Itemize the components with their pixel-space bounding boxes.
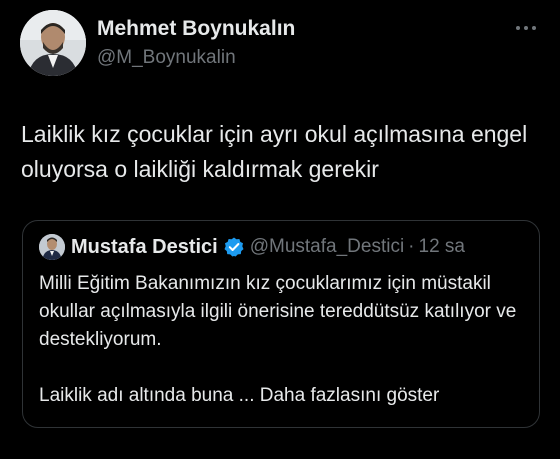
quoted-tweet-paragraph: Milli Eğitim Bakanımızın kız çocuklarımı…	[39, 273, 517, 350]
tweet-text: Laiklik kız çocuklar için ayrı okul açıl…	[21, 121, 528, 182]
author-display-name[interactable]: Mehmet Boynukalın	[97, 16, 295, 42]
user-avatar-image	[20, 10, 86, 76]
author-handle[interactable]: @M_Boynukalin	[97, 46, 295, 70]
quoted-author-handle[interactable]: @Mustafa_Destici	[250, 236, 404, 258]
more-options-button[interactable]	[514, 18, 538, 38]
quoted-tweet[interactable]: Mustafa Destici @Mustafa_Destici · 12 sa…	[22, 220, 540, 428]
author-info: Mehmet Boynukalın @M_Boynukalin	[97, 16, 295, 70]
quoted-tweet-text: Milli Eğitim Bakanımızın kız çocuklarımı…	[39, 270, 525, 410]
quoted-tweet-header: Mustafa Destici @Mustafa_Destici · 12 sa	[39, 234, 465, 260]
user-avatar-image	[39, 234, 65, 260]
separator-dot: ·	[408, 236, 415, 257]
quoted-author-display-name[interactable]: Mustafa Destici	[71, 236, 218, 259]
author-avatar[interactable]	[20, 10, 86, 76]
quoted-tweet-paragraph-truncated: Laiklik adı altında buna ... Daha fazlas…	[39, 382, 525, 410]
truncated-text: Laiklik adı altında buna ...	[39, 385, 255, 406]
show-more-link[interactable]: Daha fazlasını göster	[260, 385, 440, 406]
tweet-card: Mehmet Boynukalın @M_Boynukalin Laiklik …	[0, 0, 560, 459]
verified-badge-icon	[223, 236, 245, 258]
more-horizontal-icon	[516, 26, 536, 30]
quoted-author-avatar[interactable]	[39, 234, 65, 260]
quoted-tweet-timestamp[interactable]: 12 sa	[419, 236, 465, 258]
